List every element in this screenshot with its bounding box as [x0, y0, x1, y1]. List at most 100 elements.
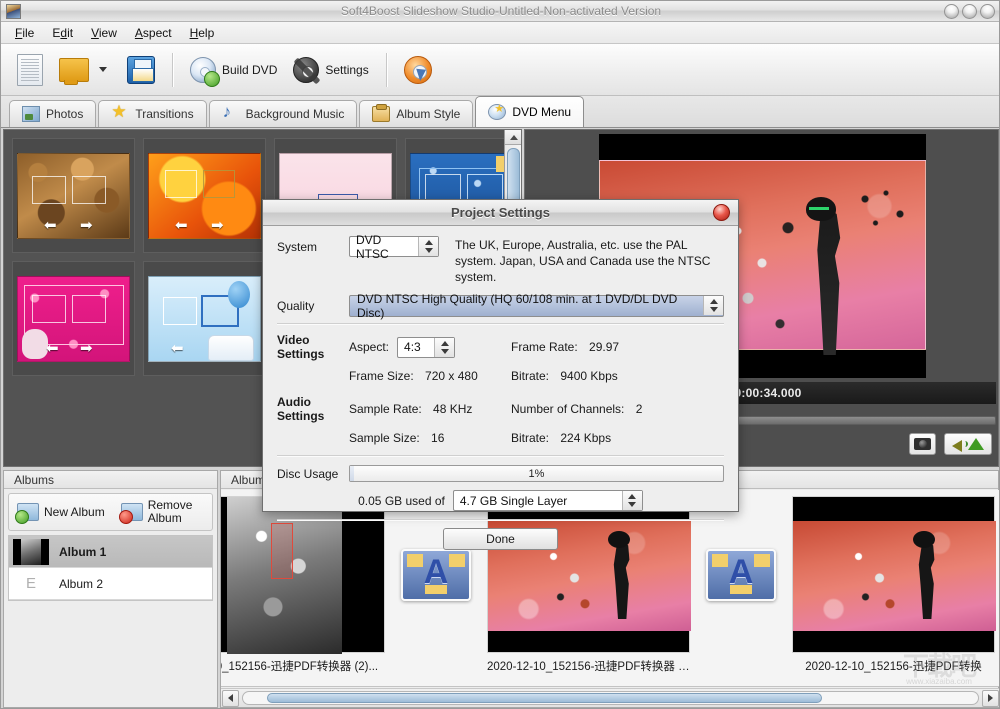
tab-dvd-menu[interactable]: DVD Menu — [475, 96, 584, 127]
quality-row: Quality DVD NTSC High Quality (HQ 60/108… — [277, 295, 724, 317]
scroll-right-arrow-icon[interactable] — [982, 690, 999, 707]
scroll-up-arrow-icon[interactable] — [505, 130, 522, 145]
frame-rate-label: Frame Rate: — [511, 340, 578, 354]
menu-item-view[interactable]: View — [83, 24, 125, 42]
template-thumbnail-ice-balloon-cake: ⬅ — [148, 276, 261, 362]
sample-size-field: Sample Size: 16 — [349, 431, 499, 445]
disc-usage-percent: 1% — [529, 468, 545, 480]
album-list-item-1[interactable]: Album 1 — [9, 536, 212, 568]
new-document-icon — [17, 54, 43, 86]
window-controls — [944, 4, 995, 19]
chevron-down-icon[interactable] — [99, 67, 107, 72]
system-spinner-arrows[interactable] — [418, 237, 438, 256]
menu-item-aspect[interactable]: Aspect — [127, 24, 180, 42]
filmstrip-slide-3[interactable]: 2020-12-10_152156-迅捷PDF转换 — [791, 496, 996, 674]
build-dvd-label: Build DVD — [222, 63, 277, 77]
lifebuoy-cursor-icon — [404, 56, 432, 84]
settings-button[interactable]: Settings — [285, 49, 376, 91]
album-label: Album 2 — [59, 577, 103, 591]
template-item[interactable]: ⬅➡ — [143, 138, 266, 253]
tab-transitions-label: Transitions — [135, 107, 193, 121]
volume-button[interactable] — [944, 433, 992, 455]
filmstrip-scrollbar[interactable] — [221, 688, 1000, 707]
divider-2 — [277, 455, 724, 456]
build-dvd-button[interactable]: Build DVD — [182, 49, 285, 91]
disc-capacity-spinner-arrows[interactable] — [622, 491, 642, 510]
channels-value: 2 — [636, 402, 643, 416]
new-project-button[interactable] — [9, 49, 51, 91]
video-settings-label: Video Settings — [277, 333, 349, 361]
dialog-body: System DVD NTSC The UK, Europe, Australi… — [263, 226, 738, 550]
dialog-close-button[interactable] — [713, 204, 730, 221]
audio-bitrate-value: 224 Kbps — [560, 431, 611, 445]
open-project-button[interactable] — [51, 49, 119, 91]
album-list-item-2[interactable]: E Album 2 — [9, 568, 212, 600]
dvd-disc-check-icon — [190, 57, 216, 83]
slide-thumbnail[interactable] — [792, 496, 995, 653]
albums-list: Album 1 E Album 2 — [8, 535, 213, 601]
help-support-button[interactable] — [396, 49, 440, 91]
scrollbar-track[interactable] — [242, 691, 979, 705]
tab-album-style[interactable]: Album Style — [359, 100, 473, 127]
done-button[interactable]: Done — [443, 528, 558, 550]
tab-background-music[interactable]: Background Music — [209, 100, 358, 127]
system-select[interactable]: DVD NTSC — [349, 236, 439, 257]
template-item[interactable]: ⬅➡ — [12, 261, 135, 376]
album-placeholder-icon: E — [13, 571, 49, 597]
menu-item-edit[interactable]: Edit — [44, 24, 81, 42]
frame-size-label: Frame Size: — [349, 369, 414, 383]
scroll-left-arrow-icon[interactable] — [222, 690, 239, 707]
tab-transitions[interactable]: Transitions — [98, 100, 206, 127]
scrollbar-thumb[interactable] — [267, 693, 822, 703]
frame-size-field: Frame Size: 720 x 480 — [349, 369, 499, 383]
minimize-button[interactable] — [944, 4, 959, 19]
system-label: System — [277, 236, 349, 254]
remove-album-button[interactable]: Remove Album — [113, 497, 210, 527]
settings-label: Settings — [325, 63, 368, 77]
tab-photos-label: Photos — [46, 107, 83, 121]
quality-label: Quality — [277, 295, 349, 313]
preview-dust-effect — [844, 181, 914, 241]
save-project-button[interactable] — [119, 49, 163, 91]
disc-capacity-value: 4.7 GB Single Layer — [460, 494, 567, 508]
aspect-select[interactable]: 4:3 — [397, 337, 455, 358]
quality-spinner-arrows[interactable] — [703, 296, 723, 315]
menu-bar: FFileile Edit View Aspect Help — [1, 22, 1000, 44]
system-value: DVD NTSC — [356, 233, 416, 261]
window-title: Soft4Boost Slideshow Studio-Untitled-Non… — [1, 4, 1000, 18]
video-settings-group: Video Settings Aspect: 4:3 Frame Rate: 2… — [277, 333, 724, 383]
albums-header: Albums — [4, 471, 217, 489]
quality-select[interactable]: DVD NTSC High Quality (HQ 60/108 min. at… — [349, 295, 724, 317]
menu-item-file[interactable]: FFileile — [7, 24, 42, 42]
speaker-icon — [952, 438, 966, 450]
aspect-field: Aspect: 4:3 — [349, 337, 499, 358]
quality-value: DVD NTSC High Quality (HQ 60/108 min. at… — [357, 292, 699, 320]
aspect-spinner-arrows[interactable] — [434, 338, 454, 357]
close-button[interactable] — [980, 4, 995, 19]
albums-toolbar: New Album Remove Album — [8, 493, 213, 531]
sample-size-label: Sample Size: — [349, 431, 420, 445]
audio-settings-group: Audio Settings Sample Rate: 48 KHz Numbe… — [277, 395, 724, 445]
slide-image — [793, 521, 996, 631]
tab-photos[interactable]: Photos — [9, 100, 96, 127]
sample-rate-field: Sample Rate: 48 KHz — [349, 402, 499, 416]
menu-item-help[interactable]: Help — [182, 24, 223, 42]
template-item[interactable]: ⬅ — [143, 261, 266, 376]
toolbar-divider-2 — [386, 53, 387, 87]
toolbar-divider — [172, 53, 173, 87]
snapshot-button[interactable] — [909, 433, 936, 455]
new-album-button[interactable]: New Album — [9, 501, 113, 523]
slide-caption: 2020-12-10_152156-迅捷PDF转换器 (2)_?.. — [487, 658, 690, 674]
channels-field: Number of Channels: 2 — [499, 402, 724, 416]
transition-thumbnail: A — [401, 549, 471, 601]
star-icon — [111, 106, 129, 122]
title-bar: Soft4Boost Slideshow Studio-Untitled-Non… — [1, 1, 1000, 22]
audio-bitrate-label: Bitrate: — [511, 431, 549, 445]
template-item[interactable]: ⬅➡ — [12, 138, 135, 253]
disc-capacity-select[interactable]: 4.7 GB Single Layer — [453, 490, 643, 511]
frame-rate-field: Frame Rate: 29.97 — [499, 340, 724, 354]
clipboard-icon — [372, 106, 390, 122]
tab-background-music-label: Background Music — [246, 107, 345, 121]
template-thumbnail-magenta-teddy: ⬅➡ — [17, 276, 130, 362]
maximize-button[interactable] — [962, 4, 977, 19]
